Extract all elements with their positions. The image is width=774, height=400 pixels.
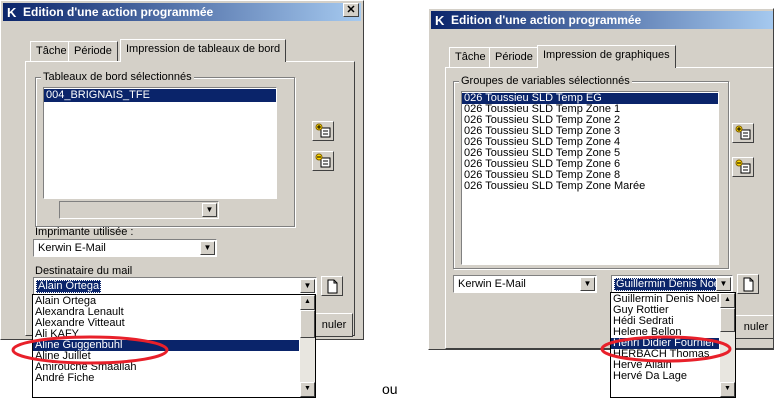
chevron-down-icon[interactable]: ▼ — [202, 203, 217, 217]
left-dropdown-scrollbar[interactable]: ▲ ▼ — [300, 295, 315, 397]
left-dashboards-list[interactable]: 004_BRIGNAIS_TFE — [43, 87, 277, 199]
tab-impression-tableaux[interactable]: Impression de tableaux de bord — [120, 39, 287, 62]
list-item[interactable]: André Fiche — [33, 373, 299, 384]
left-dialog-window: K Edition d'une action programmée ✕ Tâch… — [0, 0, 364, 340]
list-item[interactable]: 004_BRIGNAIS_TFE — [44, 89, 276, 102]
left-window-title: Edition d'une action programmée — [23, 5, 214, 19]
right-variables-list[interactable]: 026 Toussieu SLD Temp EG 026 Toussieu SL… — [461, 91, 719, 265]
chevron-up-icon[interactable]: ▲ — [720, 293, 735, 308]
tab-periode[interactable]: Période — [68, 41, 118, 61]
right-group-label: Groupes de variables sélectionnés — [459, 75, 632, 87]
highlight-ellipse-right — [600, 335, 732, 363]
left-title-bar: K Edition d'une action programmée — [3, 3, 361, 21]
chevron-up-icon[interactable]: ▲ — [300, 295, 315, 310]
right-printer-value: Kerwin E-Mail — [458, 278, 526, 290]
app-k-icon: K — [435, 13, 445, 28]
left-group-label: Tableaux de bord sélectionnés — [41, 71, 194, 83]
left-printer-combo[interactable]: Kerwin E-Mail ▼ — [33, 239, 217, 257]
tab-tache[interactable]: Tâche — [449, 47, 492, 67]
right-recipient-value: Guillermin Denis Noel — [614, 278, 725, 291]
left-hidden-combo[interactable]: ▼ — [59, 201, 219, 219]
chevron-down-icon[interactable]: ▼ — [720, 382, 735, 397]
right-list-items: 026 Toussieu SLD Temp EG 026 Toussieu SL… — [462, 92, 718, 192]
add-item-icon[interactable] — [312, 121, 334, 141]
right-title-bar: K Edition d'une action programmée — [431, 11, 773, 29]
remove-item-icon[interactable] — [732, 157, 754, 177]
left-recipient-combo[interactable]: Alain Ortega ▼ — [33, 277, 317, 295]
separator-text: ou — [382, 381, 398, 397]
left-recipient-value: Alain Ortega — [36, 280, 102, 293]
close-icon[interactable]: ✕ — [343, 3, 359, 17]
chevron-down-icon[interactable]: ▼ — [580, 277, 595, 291]
scroll-thumb[interactable] — [720, 308, 735, 332]
chevron-down-icon[interactable]: ▼ — [716, 277, 731, 291]
left-printer-value: Kerwin E-Mail — [38, 242, 106, 254]
app-k-icon: K — [7, 5, 17, 20]
scroll-thumb[interactable] — [300, 310, 315, 338]
left-recipient-label: Destinataire du mail — [35, 265, 133, 277]
add-item-icon[interactable] — [732, 123, 754, 143]
left-printer-label: Imprimante utilisée : — [35, 226, 134, 238]
right-recipient-combo[interactable]: Guillermin Denis Noel ▼ — [611, 275, 733, 293]
chevron-down-icon[interactable]: ▼ — [300, 279, 315, 293]
new-document-icon[interactable] — [737, 274, 759, 294]
tab-impression-graphiques[interactable]: Impression de graphiques — [537, 45, 676, 68]
chevron-down-icon[interactable]: ▼ — [200, 241, 215, 255]
tab-tache[interactable]: Tâche — [30, 41, 73, 61]
right-window-title: Edition d'une action programmée — [451, 13, 642, 27]
remove-item-icon[interactable] — [312, 151, 334, 171]
highlight-ellipse-left — [11, 335, 169, 365]
new-document-icon[interactable] — [321, 276, 343, 296]
right-printer-combo[interactable]: Kerwin E-Mail ▼ — [453, 275, 597, 293]
tab-periode[interactable]: Période — [489, 47, 539, 67]
list-item[interactable]: Hervé Da Lage — [611, 371, 719, 382]
chevron-down-icon[interactable]: ▼ — [300, 382, 315, 397]
list-item[interactable]: 026 Toussieu SLD Temp Zone Marée — [462, 181, 718, 192]
